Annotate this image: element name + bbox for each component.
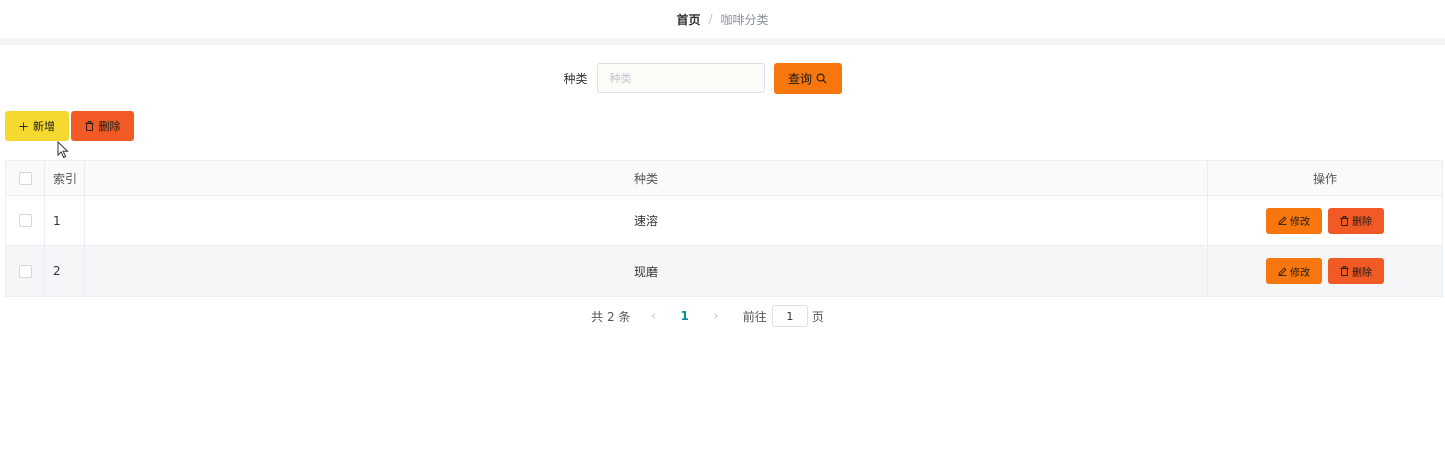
breadcrumb-current: 咖啡分类 <box>720 12 769 27</box>
search-icon <box>816 73 827 83</box>
select-all-checkbox[interactable] <box>18 171 32 185</box>
delete-button-label: 删除 <box>1352 217 1372 228</box>
add-button-label: 新增 <box>33 120 55 133</box>
chevron-left-icon[interactable]: ‹ <box>646 309 660 324</box>
header-checkbox-cell <box>6 161 45 195</box>
category-table: 索引 种类 操作 1 速溶 修改 删除 2 现磨 修改 删除 <box>5 160 1443 297</box>
header-index: 索引 <box>45 161 85 195</box>
table-header-row: 索引 种类 操作 <box>6 161 1442 196</box>
breadcrumb-home[interactable]: 首页 <box>676 11 700 28</box>
row-checkbox-cell <box>6 196 45 245</box>
edit-button[interactable]: 修改 <box>1266 207 1322 234</box>
breadcrumb: 首页 / 咖啡分类 <box>0 0 1445 38</box>
breadcrumb-separator: / <box>708 12 713 26</box>
chevron-right-icon[interactable]: › <box>709 309 723 324</box>
mouse-cursor-icon <box>57 141 69 159</box>
delete-button-label: 删除 <box>1352 267 1372 279</box>
add-button[interactable]: 新增 <box>5 111 69 141</box>
table-row: 2 现磨 修改 删除 <box>6 246 1442 296</box>
row-checkbox[interactable] <box>18 264 32 278</box>
delete-button[interactable]: 删除 <box>1328 207 1384 234</box>
row-index: 1 <box>45 196 85 245</box>
edit-icon <box>1278 267 1287 276</box>
header-type: 种类 <box>85 161 1208 195</box>
row-checkbox-cell <box>6 246 45 296</box>
row-type: 现磨 <box>85 246 1208 296</box>
pagination-goto-label: 前往 <box>742 309 767 324</box>
edit-button-label: 修改 <box>1290 267 1310 279</box>
header-ops: 操作 <box>1312 171 1337 186</box>
pagination-total: 共 2 条 <box>591 309 631 324</box>
trash-icon <box>1340 215 1349 226</box>
search-button-label: 查询 <box>787 71 812 86</box>
edit-icon <box>1278 216 1287 225</box>
row-ops: 修改 删除 <box>1208 246 1442 296</box>
row-checkbox[interactable] <box>18 214 32 227</box>
table-row: 1 速溶 修改 删除 <box>6 196 1442 246</box>
search-label: 种类 <box>563 71 588 86</box>
batch-delete-label: 删除 <box>98 120 121 133</box>
row-ops: 修改 删除 <box>1208 196 1442 245</box>
trash-icon <box>1340 266 1349 276</box>
search-button[interactable]: 查询 <box>773 62 842 94</box>
pagination-goto-input[interactable] <box>771 305 808 327</box>
pagination: 共 2 条 ‹ 1 › 前往 页 <box>0 305 1445 327</box>
search-form: 种类 查询 <box>0 62 1445 94</box>
delete-button[interactable]: 删除 <box>1328 258 1384 284</box>
plus-icon <box>19 121 28 131</box>
search-input[interactable] <box>596 63 765 93</box>
row-type: 速溶 <box>85 196 1208 245</box>
edit-button-label: 修改 <box>1290 217 1310 228</box>
header-divider <box>0 38 1445 45</box>
trash-icon <box>84 121 94 131</box>
pagination-page-1[interactable]: 1 <box>680 309 688 323</box>
row-index: 2 <box>45 246 85 296</box>
edit-button[interactable]: 修改 <box>1266 258 1322 284</box>
batch-delete-button[interactable]: 删除 <box>71 111 134 141</box>
pagination-unit: 页 <box>811 309 824 324</box>
